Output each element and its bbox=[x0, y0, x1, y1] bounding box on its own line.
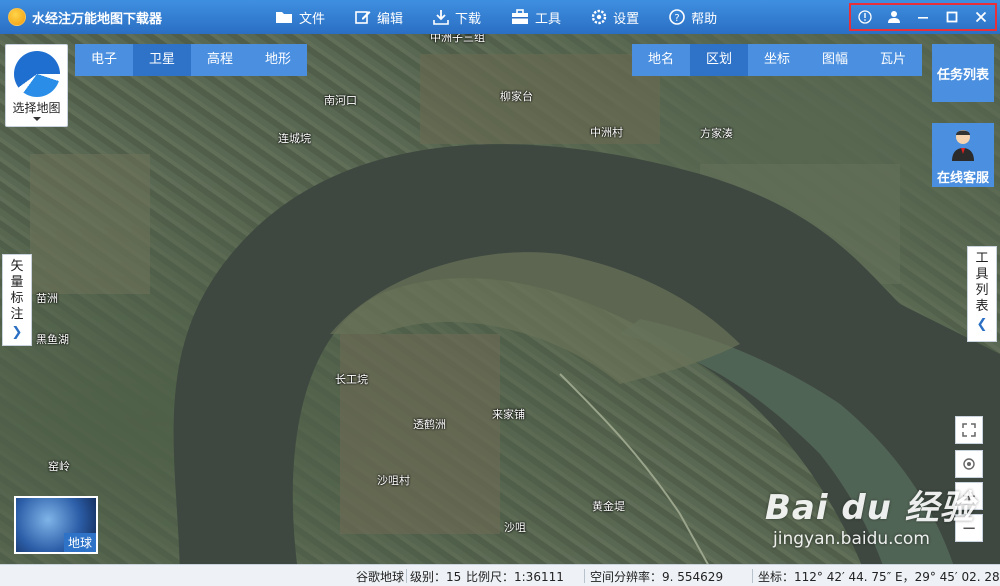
place-label: 中洲子三组 bbox=[430, 34, 485, 44]
window-controls bbox=[849, 3, 997, 31]
panel-char: 工 bbox=[975, 251, 989, 266]
chevron-down-icon bbox=[32, 117, 41, 121]
locate-button[interactable] bbox=[955, 450, 983, 478]
panel-char: 注 bbox=[10, 307, 24, 322]
watermark: Bai du 经验 jingyan.baidu.com bbox=[765, 480, 975, 549]
place-label: 沙咀村 bbox=[377, 474, 410, 487]
place-label: 透鹤洲 bbox=[413, 418, 446, 431]
close-button[interactable] bbox=[970, 6, 992, 28]
status-scale: 比例尺：1:36111 bbox=[466, 570, 564, 584]
maximize-icon bbox=[946, 11, 958, 23]
tab-place-names[interactable]: 地名 bbox=[632, 44, 690, 76]
download-icon bbox=[433, 10, 449, 25]
edit-icon bbox=[355, 11, 371, 24]
place-label: 窑岭 bbox=[48, 460, 70, 473]
place-label: 连城垸 bbox=[278, 132, 311, 145]
main-menu: 文件 编辑 下载 工具 设置 ? 帮助 bbox=[275, 0, 747, 34]
menu-settings[interactable]: 设置 bbox=[591, 8, 639, 27]
status-bar: 谷歌地球 级别：15 比例尺：1:36111 空间分辨率：9. 554629 坐… bbox=[0, 564, 1000, 586]
tab-districts[interactable]: 区划 bbox=[690, 44, 748, 76]
minimize-icon bbox=[917, 17, 928, 19]
status-source: 谷歌地球 bbox=[356, 570, 405, 584]
minimize-button[interactable] bbox=[912, 6, 934, 28]
map-type-tabs: 电子 卫星 高程 地形 bbox=[75, 44, 307, 76]
toolbox-icon bbox=[512, 9, 529, 24]
menu-help[interactable]: ? 帮助 bbox=[669, 8, 717, 27]
panel-char: 表 bbox=[975, 299, 989, 314]
online-support-button[interactable]: 在线客服 bbox=[932, 123, 994, 187]
panel-char: 标 bbox=[10, 291, 24, 306]
user-icon bbox=[888, 11, 901, 23]
globe-icon bbox=[13, 51, 60, 97]
tool-list-panel[interactable]: 工 具 列 表 ❮ bbox=[967, 246, 997, 342]
menu-tools[interactable]: 工具 bbox=[511, 8, 561, 27]
place-label: 方家湊 bbox=[700, 127, 733, 140]
menu-download[interactable]: 下载 bbox=[433, 8, 481, 27]
status-coords: 坐标：112° 42′ 44. 75″ E，29° 45′ 02. 28″ N bbox=[758, 570, 1000, 584]
tab-map-sheets[interactable]: 图幅 bbox=[806, 44, 864, 76]
tab-terrain[interactable]: 地形 bbox=[249, 44, 307, 76]
maximize-button[interactable] bbox=[941, 6, 963, 28]
tab-coordinates[interactable]: 坐标 bbox=[748, 44, 806, 76]
place-label: 中洲村 bbox=[590, 126, 623, 139]
status-resolution: 空间分辨率：9. 554629 bbox=[590, 570, 724, 584]
tab-electronic[interactable]: 电子 bbox=[75, 44, 133, 76]
panel-char: 列 bbox=[975, 283, 989, 298]
place-label: 长工垸 bbox=[335, 373, 368, 386]
close-icon bbox=[975, 11, 986, 23]
fullscreen-icon bbox=[962, 423, 976, 437]
svg-text:?: ? bbox=[674, 13, 679, 24]
panel-char: 量 bbox=[10, 275, 24, 290]
earth-view-button[interactable]: 地球 bbox=[14, 496, 98, 554]
task-list-button[interactable]: 任务列表 bbox=[932, 44, 994, 102]
locate-icon bbox=[963, 458, 975, 470]
tab-elevation[interactable]: 高程 bbox=[191, 44, 249, 76]
status-divider bbox=[584, 569, 585, 583]
status-level: 级别：15 bbox=[410, 570, 462, 584]
fullscreen-button[interactable] bbox=[955, 416, 983, 444]
info-button[interactable] bbox=[854, 6, 876, 28]
menu-file[interactable]: 文件 bbox=[275, 8, 325, 27]
place-label: 苗洲 bbox=[36, 292, 58, 305]
place-label: 沙咀 bbox=[504, 521, 526, 534]
info-icon bbox=[858, 10, 873, 24]
place-label: 黑鱼湖 bbox=[36, 333, 69, 346]
online-support-label: 在线客服 bbox=[936, 171, 989, 186]
menu-edit[interactable]: 编辑 bbox=[355, 8, 403, 27]
panel-char: 矢 bbox=[10, 259, 24, 274]
select-map-label: 选择地图 bbox=[12, 101, 61, 115]
chevron-left-icon: ❮ bbox=[976, 317, 988, 332]
vector-annotation-panel[interactable]: 矢 量 标 注 ❯ bbox=[2, 254, 32, 346]
place-label: 黄金堤 bbox=[592, 500, 625, 513]
select-map-button[interactable]: 选择地图 bbox=[5, 44, 68, 127]
layer-tabs: 地名 区划 坐标 图幅 瓦片 bbox=[632, 44, 922, 76]
app-title: 水经注万能地图下载器 bbox=[32, 11, 163, 27]
tab-satellite[interactable]: 卫星 bbox=[133, 44, 191, 76]
watermark-brand: Bai du 经验 bbox=[765, 488, 975, 528]
watermark-url: jingyan.baidu.com bbox=[773, 529, 930, 549]
support-agent-icon bbox=[952, 130, 974, 161]
gear-icon bbox=[591, 9, 607, 25]
place-label: 南河口 bbox=[324, 94, 357, 107]
help-icon: ? bbox=[669, 9, 685, 25]
status-divider bbox=[406, 569, 407, 583]
place-label: 来家铺 bbox=[492, 408, 525, 421]
panel-char: 具 bbox=[975, 267, 989, 282]
status-divider bbox=[752, 569, 753, 583]
earth-view-label: 地球 bbox=[63, 533, 96, 552]
app-logo-icon bbox=[8, 8, 26, 26]
user-button[interactable] bbox=[883, 6, 905, 28]
title-bar: 水经注万能地图下载器 文件 编辑 下载 工具 设置 ? 帮助 bbox=[0, 0, 1000, 34]
chevron-right-icon: ❯ bbox=[11, 325, 23, 340]
place-label: 柳家台 bbox=[500, 90, 533, 103]
tab-tiles[interactable]: 瓦片 bbox=[864, 44, 922, 76]
folder-icon bbox=[276, 12, 292, 23]
